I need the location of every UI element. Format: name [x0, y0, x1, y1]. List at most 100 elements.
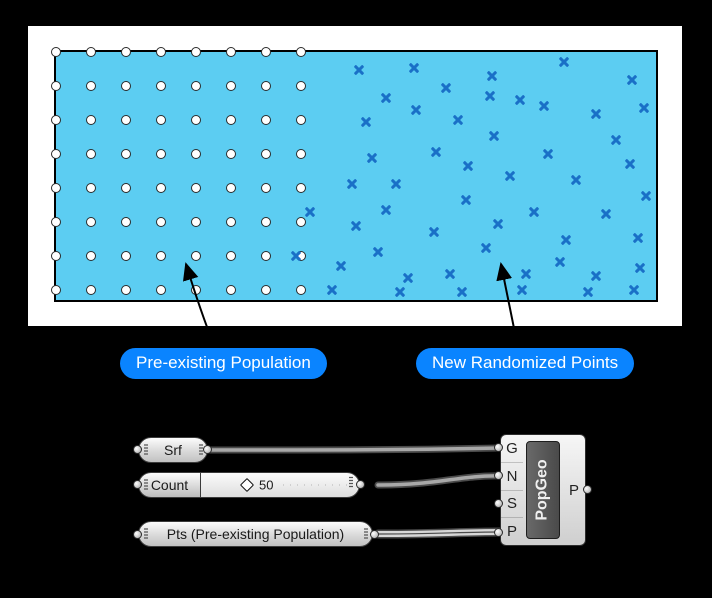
grid-point	[191, 47, 201, 57]
random-point	[637, 101, 651, 115]
random-point	[455, 285, 469, 299]
param-count-slider[interactable]: Count 50	[138, 472, 360, 498]
grid-point	[191, 149, 201, 159]
random-point	[527, 205, 541, 219]
pin-icon[interactable]	[494, 471, 503, 480]
random-point	[365, 151, 379, 165]
random-point	[491, 217, 505, 231]
slider-track[interactable]: 50	[200, 472, 360, 498]
grid-point	[86, 251, 96, 261]
grid-point	[191, 217, 201, 227]
grid-point	[191, 81, 201, 91]
pin-icon[interactable]	[133, 480, 142, 489]
random-point	[537, 99, 551, 113]
popgeo-output-p[interactable]: P	[563, 435, 585, 545]
grid-point	[191, 285, 201, 295]
random-point	[631, 231, 645, 245]
pin-icon[interactable]	[583, 485, 592, 494]
popgeo-input-n[interactable]: N	[501, 463, 523, 491]
popgeo-name: PopGeo	[526, 441, 560, 539]
random-point	[345, 177, 359, 191]
random-point	[393, 285, 407, 299]
grid-point	[156, 217, 166, 227]
pin-icon[interactable]	[203, 445, 212, 454]
random-point	[589, 107, 603, 121]
random-point	[427, 225, 441, 239]
grid-point	[86, 183, 96, 193]
grid-point	[121, 251, 131, 261]
grid-point	[226, 81, 236, 91]
grid-point	[86, 81, 96, 91]
random-point	[334, 259, 348, 273]
param-srf-label: Srf	[152, 442, 194, 458]
surface-field	[54, 50, 658, 302]
popgeo-input-s[interactable]: S	[501, 491, 523, 519]
grid-point	[296, 183, 306, 193]
random-point	[569, 173, 583, 187]
slider-ticks	[283, 485, 353, 486]
grid-point	[261, 183, 271, 193]
random-point	[623, 157, 637, 171]
random-point	[371, 245, 385, 259]
slider-value: 50	[259, 478, 273, 493]
random-point	[487, 129, 501, 143]
grid-point	[191, 115, 201, 125]
grid-point	[296, 115, 306, 125]
random-point	[443, 267, 457, 281]
random-point	[625, 73, 639, 87]
grid-point	[226, 149, 236, 159]
grid-point	[261, 115, 271, 125]
random-point	[389, 177, 403, 191]
popgeo-input-p[interactable]: P	[501, 518, 523, 545]
pin-icon[interactable]	[494, 499, 503, 508]
grid-point	[86, 217, 96, 227]
random-point	[483, 89, 497, 103]
slider-thumb-icon[interactable]	[240, 478, 254, 492]
popgeo-inputs: G N S P	[501, 435, 523, 545]
random-point	[515, 283, 529, 297]
grid-point	[226, 115, 236, 125]
pin-icon[interactable]	[494, 528, 503, 537]
random-point	[407, 61, 421, 75]
popgeo-component[interactable]: G N S P PopGeo P	[500, 434, 586, 546]
grid-point	[261, 217, 271, 227]
random-point	[289, 249, 303, 263]
param-srf[interactable]: Srf	[138, 437, 208, 463]
popgeo-outputs: P	[563, 435, 585, 545]
grid-point	[51, 251, 61, 261]
grid-point	[51, 217, 61, 227]
random-point	[325, 283, 339, 297]
grid-point	[121, 183, 131, 193]
grid-point	[51, 47, 61, 57]
random-point	[485, 69, 499, 83]
param-pts[interactable]: Pts (Pre-existing Population)	[138, 521, 373, 547]
grid-point	[296, 285, 306, 295]
grid-point	[226, 217, 236, 227]
popgeo-input-g[interactable]: G	[501, 435, 523, 463]
grid-point	[296, 149, 306, 159]
random-point	[503, 169, 517, 183]
random-point	[589, 269, 603, 283]
grid-point	[51, 149, 61, 159]
grid-point	[121, 149, 131, 159]
pin-icon[interactable]	[370, 530, 379, 539]
grid-point	[261, 251, 271, 261]
random-point	[401, 271, 415, 285]
grid-point	[226, 251, 236, 261]
grid-point	[226, 47, 236, 57]
pin-icon[interactable]	[133, 530, 142, 539]
grid-point	[86, 115, 96, 125]
random-point	[599, 207, 613, 221]
grid-point	[86, 149, 96, 159]
param-pts-label: Pts (Pre-existing Population)	[152, 526, 359, 542]
pin-icon[interactable]	[494, 443, 503, 452]
grid-point	[86, 285, 96, 295]
grid-point	[261, 47, 271, 57]
pin-icon[interactable]	[133, 445, 142, 454]
random-point	[349, 219, 363, 233]
grid-point	[121, 115, 131, 125]
grid-point	[156, 47, 166, 57]
pin-icon[interactable]	[356, 480, 365, 489]
grid-point	[226, 183, 236, 193]
random-point	[557, 55, 571, 69]
